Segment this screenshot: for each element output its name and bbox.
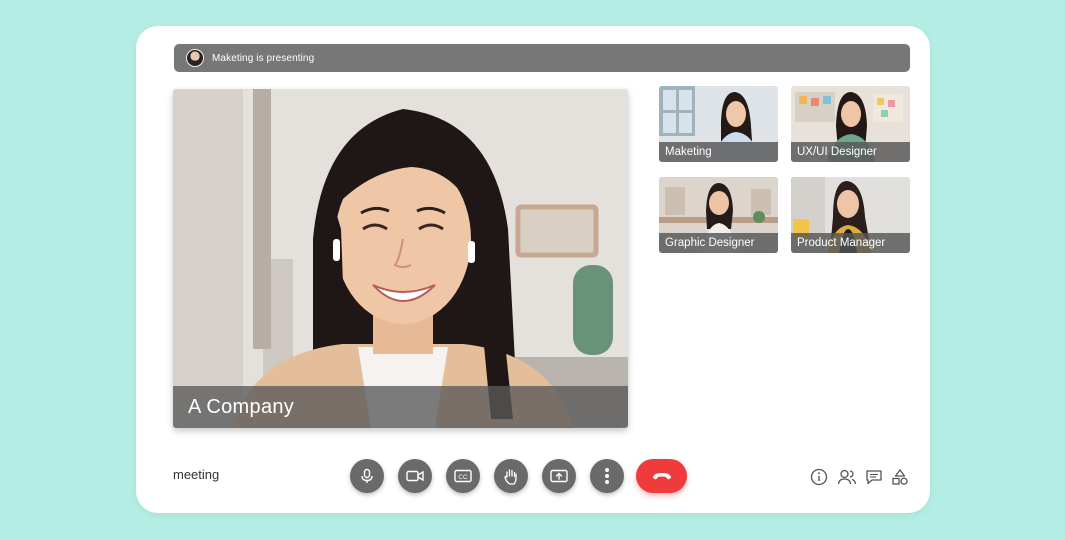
raise-hand-button[interactable] bbox=[494, 459, 528, 493]
presenting-text: Maketing is presenting bbox=[212, 52, 315, 64]
microphone-button[interactable] bbox=[350, 459, 384, 493]
participant-name-bar: Product Manager bbox=[791, 233, 910, 253]
captions-button[interactable]: CC bbox=[446, 459, 480, 493]
main-video-name-bar: A Company bbox=[173, 386, 628, 428]
participant-name-bar: Maketing bbox=[659, 142, 778, 162]
end-call-button[interactable] bbox=[636, 459, 687, 493]
camera-button[interactable] bbox=[398, 459, 432, 493]
raise-hand-icon bbox=[504, 468, 517, 485]
people-icon bbox=[837, 469, 857, 485]
more-options-button[interactable] bbox=[590, 459, 624, 493]
svg-text:CC: CC bbox=[458, 474, 468, 481]
meeting-window: Maketing is presenting A Company Maketin… bbox=[136, 26, 930, 513]
participant-tile-maketing[interactable]: Maketing bbox=[659, 86, 778, 162]
presenter-avatar bbox=[186, 49, 204, 67]
participants-button[interactable] bbox=[836, 466, 858, 488]
participant-name: Product Manager bbox=[797, 237, 886, 249]
info-button[interactable] bbox=[808, 466, 830, 488]
presenting-banner: Maketing is presenting bbox=[174, 44, 910, 72]
participant-name-bar: UX/UI Designer bbox=[791, 142, 910, 162]
participant-tile-graphic-designer[interactable]: Graphic Designer bbox=[659, 177, 778, 253]
present-screen-button[interactable] bbox=[542, 459, 576, 493]
end-call-icon bbox=[652, 473, 671, 480]
camera-icon bbox=[406, 470, 424, 482]
meeting-title: meeting bbox=[173, 467, 220, 482]
captions-icon: CC bbox=[454, 469, 472, 483]
main-video-image bbox=[173, 89, 628, 428]
main-video-name: A Company bbox=[188, 395, 295, 418]
info-icon bbox=[810, 468, 828, 486]
chat-button[interactable] bbox=[863, 466, 885, 488]
participant-tile-ux-ui-designer[interactable]: UX/UI Designer bbox=[791, 86, 910, 162]
participant-name: Graphic Designer bbox=[665, 237, 755, 249]
present-screen-icon bbox=[550, 469, 568, 482]
main-video-tile[interactable]: A Company bbox=[173, 89, 628, 428]
participant-tile-product-manager[interactable]: Product Manager bbox=[791, 177, 910, 253]
activities-button[interactable] bbox=[889, 466, 911, 488]
microphone-icon bbox=[361, 468, 373, 483]
participant-name: UX/UI Designer bbox=[797, 146, 877, 158]
chat-icon bbox=[866, 470, 882, 485]
more-options-icon bbox=[605, 468, 609, 484]
participant-name-bar: Graphic Designer bbox=[659, 233, 778, 253]
activities-icon bbox=[892, 469, 908, 485]
participant-name: Maketing bbox=[665, 146, 712, 158]
